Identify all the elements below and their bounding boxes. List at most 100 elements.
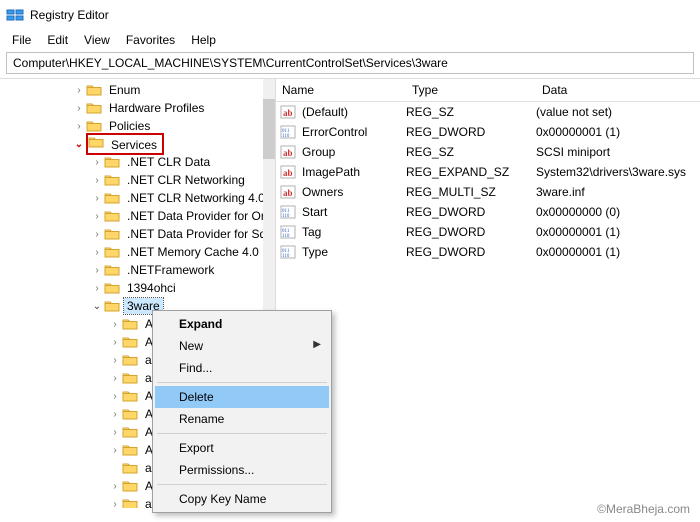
value-row[interactable]: 011110TypeREG_DWORD0x00000001 (1) bbox=[276, 242, 700, 262]
folder-icon bbox=[104, 155, 120, 169]
tree-item-label: .NET CLR Networking 4.0 bbox=[124, 190, 268, 206]
chevron-right-icon[interactable]: › bbox=[108, 319, 122, 330]
chevron-right-icon[interactable]: › bbox=[108, 355, 122, 366]
value-type: REG_SZ bbox=[406, 105, 536, 119]
folder-icon bbox=[104, 173, 120, 187]
cm-copy-key[interactable]: Copy Key Name bbox=[155, 488, 329, 510]
value-type: REG_DWORD bbox=[406, 205, 536, 219]
value-row[interactable]: ab(Default)REG_SZ(value not set) bbox=[276, 102, 700, 122]
value-name: ImagePath bbox=[300, 165, 406, 179]
cm-separator bbox=[157, 433, 327, 434]
value-row[interactable]: 011110TagREG_DWORD0x00000001 (1) bbox=[276, 222, 700, 242]
chevron-right-icon[interactable]: › bbox=[72, 121, 86, 132]
values-pane: Name Type Data ab(Default)REG_SZ(value n… bbox=[276, 79, 700, 508]
tree-item[interactable]: ›.NETFramework bbox=[0, 261, 275, 279]
tree-item-label: .NET Memory Cache 4.0 bbox=[124, 244, 262, 260]
cm-rename[interactable]: Rename bbox=[155, 408, 329, 430]
folder-icon bbox=[104, 209, 120, 223]
chevron-right-icon[interactable]: › bbox=[108, 499, 122, 509]
chevron-down-icon[interactable]: ⌄ bbox=[90, 301, 104, 312]
tree-item[interactable]: ›.NET Data Provider for Or bbox=[0, 207, 275, 225]
folder-icon bbox=[122, 371, 138, 385]
cm-find[interactable]: Find... bbox=[155, 357, 329, 379]
tree-item[interactable]: ›.NET CLR Data bbox=[0, 153, 275, 171]
folder-icon bbox=[86, 119, 102, 133]
cm-delete[interactable]: Delete bbox=[155, 386, 329, 408]
address-bar[interactable]: Computer\HKEY_LOCAL_MACHINE\SYSTEM\Curre… bbox=[6, 52, 694, 74]
menu-favorites[interactable]: Favorites bbox=[118, 31, 183, 49]
chevron-right-icon[interactable]: › bbox=[108, 481, 122, 492]
value-row[interactable]: 011110StartREG_DWORD0x00000000 (0) bbox=[276, 202, 700, 222]
col-header-data[interactable]: Data bbox=[536, 79, 700, 101]
chevron-right-icon[interactable]: › bbox=[90, 265, 104, 276]
col-header-type[interactable]: Type bbox=[406, 79, 536, 101]
tree-item[interactable]: › Enum bbox=[0, 81, 275, 99]
value-name: Type bbox=[300, 245, 406, 259]
main-split: ›Enum›Hardware Profiles›Policies⌄Service… bbox=[0, 78, 700, 508]
folder-icon bbox=[104, 281, 120, 295]
tree-item-label: 1394ohci bbox=[124, 280, 179, 296]
highlight-box: Services bbox=[86, 133, 164, 155]
value-row[interactable]: 011110ErrorControlREG_DWORD0x00000001 (1… bbox=[276, 122, 700, 142]
cm-export[interactable]: Export bbox=[155, 437, 329, 459]
chevron-right-icon[interactable]: › bbox=[90, 229, 104, 240]
svg-text:ab: ab bbox=[283, 108, 293, 118]
value-data: 0x00000001 (1) bbox=[536, 225, 700, 239]
chevron-right-icon[interactable]: › bbox=[108, 337, 122, 348]
window-title: Registry Editor bbox=[30, 8, 109, 22]
chevron-right-icon[interactable]: › bbox=[108, 427, 122, 438]
tree-item[interactable]: › .NET Memory Cache 4.0 bbox=[0, 243, 275, 261]
context-menu: Expand New ▶ Find... Delete Rename Expor… bbox=[152, 310, 332, 513]
chevron-right-icon[interactable]: › bbox=[90, 211, 104, 222]
values-body: ab(Default)REG_SZ(value not set)011110Er… bbox=[276, 102, 700, 262]
binary-value-icon: 011110 bbox=[280, 224, 296, 240]
chevron-right-icon[interactable]: › bbox=[108, 373, 122, 384]
value-data: 0x00000001 (1) bbox=[536, 125, 700, 139]
value-type: REG_DWORD bbox=[406, 125, 536, 139]
menu-edit[interactable]: Edit bbox=[39, 31, 76, 49]
value-row[interactable]: abOwnersREG_MULTI_SZ3ware.inf bbox=[276, 182, 700, 202]
tree-item[interactable]: › .NET Data Provider for Sq bbox=[0, 225, 275, 243]
tree-item[interactable]: › 1394ohci bbox=[0, 279, 275, 297]
value-name: Group bbox=[300, 145, 406, 159]
menu-bar: File Edit View Favorites Help bbox=[0, 30, 700, 50]
value-data: System32\drivers\3ware.sys bbox=[536, 165, 700, 179]
chevron-right-icon[interactable]: › bbox=[90, 157, 104, 168]
title-bar: Registry Editor bbox=[0, 0, 700, 30]
folder-icon bbox=[104, 245, 120, 259]
string-value-icon: ab bbox=[280, 144, 296, 160]
chevron-down-icon[interactable]: ⌄ bbox=[72, 139, 86, 150]
folder-icon bbox=[104, 227, 120, 241]
cm-permissions[interactable]: Permissions... bbox=[155, 459, 329, 481]
tree-item[interactable]: ⌄Services bbox=[0, 135, 275, 153]
watermark: ©MeraBheja.com bbox=[597, 502, 690, 516]
svg-text:110: 110 bbox=[282, 134, 290, 139]
chevron-right-icon[interactable]: › bbox=[90, 193, 104, 204]
col-header-name[interactable]: Name bbox=[276, 79, 406, 101]
cm-separator bbox=[157, 382, 327, 383]
folder-icon bbox=[88, 135, 104, 149]
chevron-right-icon[interactable]: › bbox=[90, 247, 104, 258]
menu-help[interactable]: Help bbox=[183, 31, 224, 49]
menu-view[interactable]: View bbox=[76, 31, 118, 49]
menu-file[interactable]: File bbox=[4, 31, 39, 49]
value-data: (value not set) bbox=[536, 105, 700, 119]
cm-expand[interactable]: Expand bbox=[155, 313, 329, 335]
chevron-right-icon[interactable]: › bbox=[108, 445, 122, 456]
chevron-right-icon[interactable]: › bbox=[108, 409, 122, 420]
chevron-right-icon[interactable]: › bbox=[90, 175, 104, 186]
tree-item-label: .NET Data Provider for Sq bbox=[124, 226, 269, 242]
chevron-right-icon[interactable]: › bbox=[90, 283, 104, 294]
value-type: REG_SZ bbox=[406, 145, 536, 159]
folder-icon bbox=[122, 389, 138, 403]
value-row[interactable]: abImagePathREG_EXPAND_SZSystem32\drivers… bbox=[276, 162, 700, 182]
chevron-right-icon[interactable]: › bbox=[108, 391, 122, 402]
value-row[interactable]: abGroupREG_SZSCSI miniport bbox=[276, 142, 700, 162]
tree-item[interactable]: › .NET CLR Networking 4.0 bbox=[0, 189, 275, 207]
chevron-right-icon[interactable]: › bbox=[72, 85, 86, 96]
tree-item[interactable]: ›Hardware Profiles bbox=[0, 99, 275, 117]
tree-item-label: Enum bbox=[106, 82, 143, 98]
tree-item[interactable]: ›.NET CLR Networking bbox=[0, 171, 275, 189]
chevron-right-icon[interactable]: › bbox=[72, 103, 86, 114]
cm-new[interactable]: New ▶ bbox=[155, 335, 329, 357]
